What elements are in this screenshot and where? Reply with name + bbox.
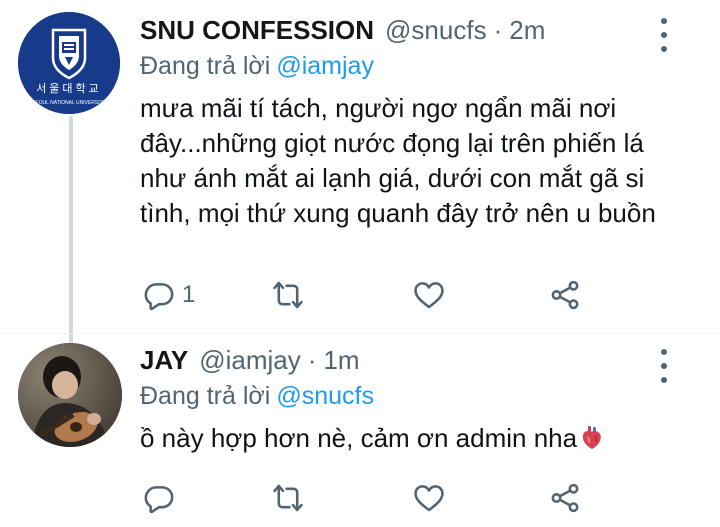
- tweet-timestamp[interactable]: 1m: [323, 344, 359, 376]
- replying-to-label: Đang trả lời: [140, 52, 271, 80]
- heart-icon: [414, 485, 444, 512]
- tweet-text-content: ồ này hợp hơn nè, cảm ơn admin nha: [140, 423, 578, 453]
- tweet-divider: [0, 333, 720, 334]
- reply-mention-link[interactable]: @iamjay: [276, 52, 374, 80]
- retweet-button[interactable]: [271, 275, 305, 315]
- separator-dot: ·: [307, 345, 317, 375]
- jay-photo-icon: [18, 343, 122, 447]
- share-button[interactable]: [548, 275, 582, 315]
- separator-dot: ·: [493, 15, 503, 45]
- reply-icon: [144, 486, 174, 514]
- svg-text:서울대학교: 서울대학교: [36, 82, 102, 95]
- retweet-icon: [273, 281, 303, 309]
- author-handle[interactable]: @snucfs: [385, 14, 487, 46]
- replying-to-label: Đang trả lời: [140, 382, 271, 410]
- author-name[interactable]: JAY: [140, 344, 188, 376]
- share-button[interactable]: [548, 478, 582, 518]
- tweet-timestamp[interactable]: 2m: [509, 14, 545, 46]
- reply-button[interactable]: [142, 478, 176, 518]
- replying-to: Đang trả lời @iamjay: [140, 50, 374, 82]
- tweet-text: ồ này hợp hơn nè, cảm ơn admin nha: [140, 421, 675, 456]
- thread-connector-line: [69, 116, 73, 344]
- reply-mention-link[interactable]: @snucfs: [276, 382, 374, 410]
- heart-icon: [414, 282, 444, 309]
- svg-text:SEOUL NATIONAL UNIVERSITY: SEOUL NATIONAL UNIVERSITY: [32, 100, 107, 106]
- snu-logo-avatar[interactable]: 서울대학교 SEOUL NATIONAL UNIVERSITY: [18, 12, 120, 114]
- author-name[interactable]: SNU CONFESSION: [140, 14, 374, 46]
- tweet-text: mưa mãi tí tách, người ngơ ngẩn mãi nơi …: [140, 93, 656, 228]
- anatomical-heart-icon: [579, 425, 605, 451]
- reply-count: 1: [182, 281, 196, 308]
- like-button[interactable]: [412, 275, 446, 315]
- snu-logo-icon: 서울대학교 SEOUL NATIONAL UNIVERSITY: [18, 12, 120, 114]
- author-handle[interactable]: @iamjay: [199, 344, 301, 376]
- retweet-icon: [273, 484, 303, 512]
- more-options-icon[interactable]: [654, 18, 674, 52]
- reply-icon: [144, 283, 174, 311]
- retweet-button[interactable]: [271, 478, 305, 518]
- share-icon: [551, 280, 579, 310]
- more-options-icon[interactable]: [654, 349, 674, 383]
- jay-avatar[interactable]: [18, 343, 122, 447]
- like-button[interactable]: [412, 478, 446, 518]
- tweet-header: SNU CONFESSION @snucfs · 2m: [140, 14, 545, 46]
- reply-button[interactable]: 1: [142, 275, 195, 315]
- share-icon: [551, 483, 579, 513]
- replying-to: Đang trả lời @snucfs: [140, 380, 374, 412]
- tweet-header: JAY @iamjay · 1m: [140, 344, 360, 376]
